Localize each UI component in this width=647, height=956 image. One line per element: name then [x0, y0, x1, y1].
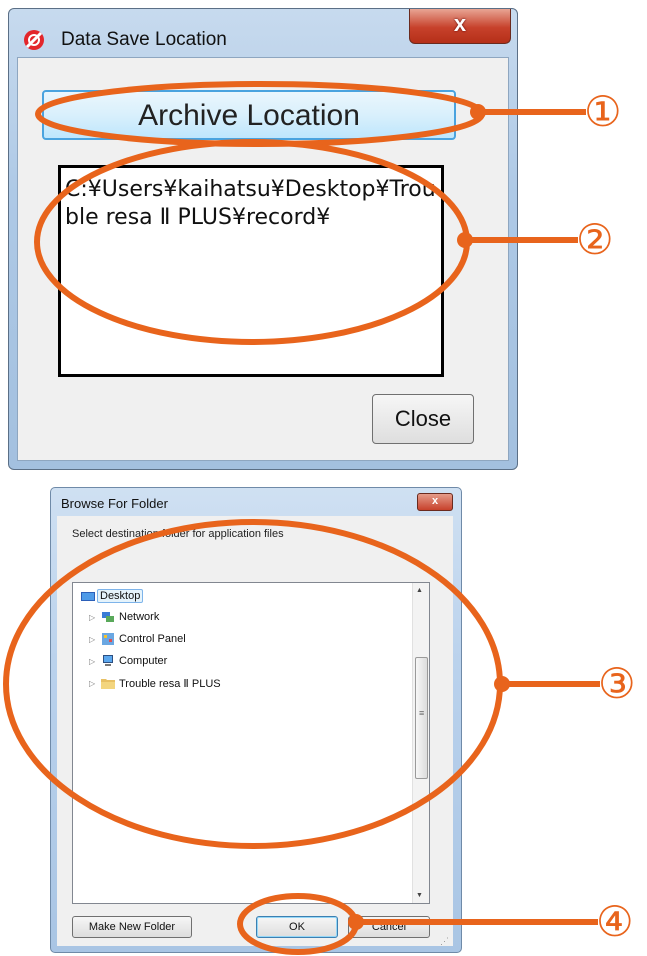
expand-arrow-icon[interactable]: ▷ — [89, 613, 95, 622]
tree-item-desktop[interactable]: Desktop — [97, 589, 144, 603]
close-button[interactable]: Close — [372, 394, 474, 444]
annotation-number-2: ② — [576, 215, 614, 264]
window-title: Browse For Folder — [61, 496, 168, 511]
folder-tree[interactable]: Desktop ▷ Network ▷ Control Panel ▷ Comp… — [72, 582, 430, 904]
save-path-display: C:¥Users¥kaihatsu¥Desktop¥Trouble resa Ⅱ… — [58, 165, 444, 377]
scroll-down-icon[interactable]: ▼ — [416, 892, 423, 899]
annotation-number-3: ③ — [598, 659, 636, 708]
computer-icon — [103, 655, 113, 666]
resize-grip-icon[interactable]: ⋰ — [440, 936, 449, 947]
ok-button[interactable]: OK — [256, 916, 338, 938]
expand-arrow-icon[interactable]: ▷ — [89, 679, 95, 688]
expand-arrow-icon[interactable]: ▷ — [89, 657, 95, 666]
window-title: Data Save Location — [61, 29, 227, 50]
window-close-button[interactable]: x — [409, 9, 511, 44]
make-new-folder-button[interactable]: Make New Folder — [72, 916, 192, 938]
desktop-icon — [81, 592, 95, 601]
window-close-button[interactable]: x — [417, 493, 453, 511]
control-panel-icon — [102, 633, 114, 645]
tree-item-computer[interactable]: Computer — [119, 655, 167, 667]
annotation-number-4: ④ — [596, 897, 634, 946]
expand-arrow-icon[interactable]: ▷ — [89, 635, 95, 644]
scroll-thumb[interactable]: ≡ — [415, 657, 428, 779]
scroll-up-icon[interactable]: ▲ — [416, 587, 423, 594]
grip-icon: ≡ — [419, 708, 425, 718]
network-icon — [102, 612, 114, 622]
archive-location-button[interactable]: Archive Location — [42, 90, 456, 140]
annotation-dot-3 — [494, 676, 510, 692]
vertical-scrollbar[interactable]: ▲ ≡ ▼ — [412, 583, 429, 903]
tree-item-control-panel[interactable]: Control Panel — [119, 633, 186, 645]
folder-icon — [101, 679, 115, 689]
app-logo-icon — [24, 30, 44, 50]
tree-item-trouble-resa[interactable]: Trouble resa Ⅱ PLUS — [119, 677, 221, 690]
tree-item-network[interactable]: Network — [119, 611, 159, 623]
annotation-number-1: ① — [584, 87, 622, 136]
instruction-text: Select destination folder for applicatio… — [72, 528, 284, 540]
cancel-button[interactable]: Cancel — [348, 916, 430, 938]
